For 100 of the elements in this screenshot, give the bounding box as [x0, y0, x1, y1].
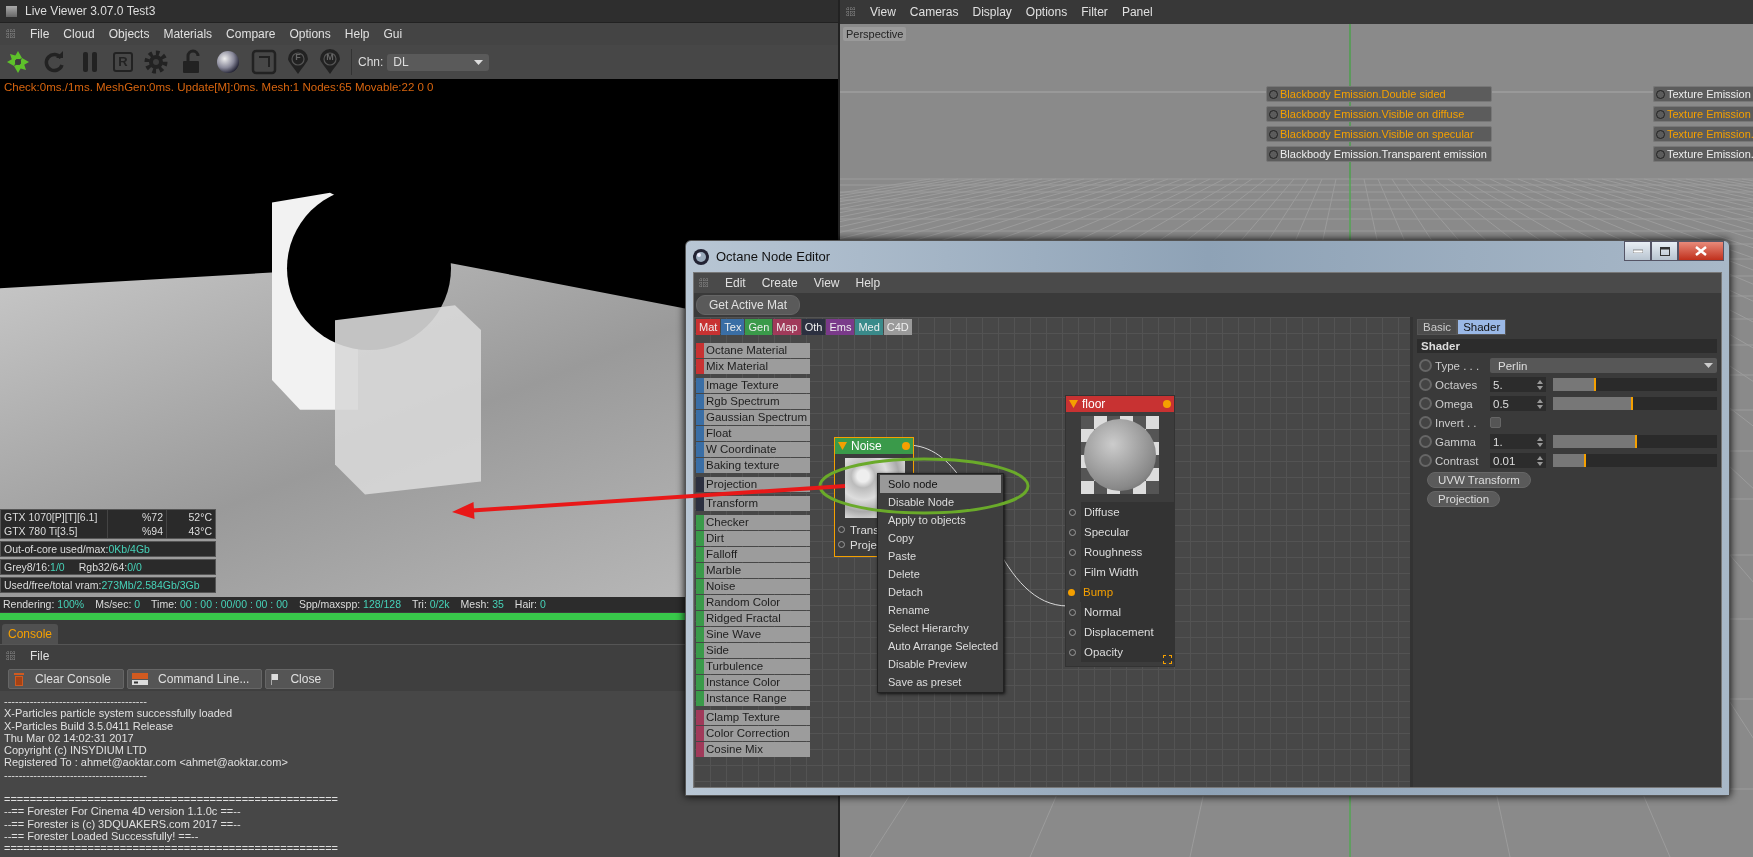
category-tab[interactable]: Oth [801, 319, 826, 335]
number-field[interactable]: 5. [1490, 377, 1546, 392]
animate-radio-icon[interactable] [1419, 435, 1432, 448]
type-dropdown[interactable]: Perlin [1490, 358, 1717, 373]
menu-item[interactable]: Edit [725, 276, 746, 290]
caret-icon[interactable] [474, 59, 484, 65]
panel-button[interactable]: UVW Transform [1427, 472, 1531, 488]
category-tab[interactable]: Med [855, 319, 883, 335]
category-tab[interactable]: Ems [826, 319, 855, 335]
menu-item[interactable]: Cloud [63, 27, 95, 41]
minimize-button[interactable] [1624, 241, 1651, 261]
spinner-icon[interactable] [1537, 379, 1543, 390]
parameter-tag[interactable]: Texture Emission [1653, 86, 1753, 102]
node-palette-item[interactable]: Mix Material [696, 359, 810, 374]
parameter-tag[interactable]: Blackbody Emission.Double sided [1266, 86, 1492, 102]
spinner-icon[interactable] [1537, 436, 1543, 447]
pinwheel-logo-icon[interactable] [5, 49, 31, 75]
menu-item[interactable]: View [813, 276, 840, 290]
parameter-tag[interactable]: Texture Emission. [1653, 146, 1753, 162]
category-tab[interactable]: Tex [721, 319, 745, 335]
animate-radio-icon[interactable] [1419, 397, 1432, 410]
number-field[interactable]: 0.5 [1490, 396, 1546, 411]
context-menu-item[interactable]: Solo node [880, 475, 1001, 493]
category-tab[interactable]: Gen [745, 319, 773, 335]
context-menu-item[interactable]: Disable Preview [880, 655, 1001, 673]
settings-icon[interactable] [143, 49, 169, 75]
close-button[interactable] [1678, 241, 1724, 261]
spinner-icon[interactable] [1537, 398, 1543, 409]
node-palette-item[interactable]: Clamp Texture [696, 710, 810, 725]
parameter-tag[interactable]: Texture Emission [1653, 106, 1753, 122]
menu-item[interactable]: Gui [383, 27, 403, 41]
number-field[interactable]: 1. [1490, 434, 1546, 449]
category-tab[interactable]: Map [773, 319, 801, 335]
node-palette-item[interactable]: Instance Color [696, 675, 810, 690]
menu-item[interactable]: File [30, 649, 50, 663]
input-port-icon[interactable] [1068, 588, 1075, 596]
node-palette-item[interactable]: Color Correction [696, 726, 810, 741]
animate-radio-icon[interactable] [1419, 416, 1432, 429]
maximize-button[interactable] [1651, 241, 1678, 261]
context-menu-item[interactable]: Detach [880, 583, 1001, 601]
collapse-triangle-icon[interactable] [838, 442, 847, 450]
category-tab[interactable]: Mat [696, 319, 721, 335]
node-palette-item[interactable]: Image Texture [696, 378, 810, 393]
spinner-icon[interactable] [1537, 455, 1543, 466]
node-palette-item[interactable]: Instance Range [696, 691, 810, 706]
checkbox[interactable] [1490, 417, 1501, 428]
channel-dropdown[interactable]: DL [387, 53, 490, 71]
node-palette-item[interactable]: Baking texture [696, 458, 810, 473]
node-palette-item[interactable]: Rgb Spectrum [696, 394, 810, 409]
sphere-icon[interactable] [215, 49, 241, 75]
output-port-icon[interactable] [1163, 400, 1171, 408]
menu-item[interactable]: Create [761, 276, 798, 290]
context-menu-item[interactable]: Select Hierarchy [880, 619, 1001, 637]
context-menu-item[interactable]: Save as preset [880, 673, 1001, 691]
animate-radio-icon[interactable] [1419, 454, 1432, 467]
shader-node[interactable]: floor Diffuse Specular Roughness Film Width Bump Normal Displacement Opacity [1065, 395, 1175, 667]
node-palette-item[interactable]: Dirt [696, 531, 810, 546]
get-active-material-button[interactable]: Get Active Mat [696, 295, 801, 315]
slider-track[interactable] [1553, 435, 1717, 448]
menu-item[interactable]: Help [855, 276, 881, 290]
menu-item[interactable]: Options [289, 27, 331, 41]
node-palette-item[interactable]: W Coordinate [696, 442, 810, 457]
menu-item[interactable]: Compare [226, 27, 276, 41]
menu-item[interactable]: Objects [108, 27, 150, 41]
parameter-tag[interactable]: Texture Emission. [1653, 126, 1753, 142]
menu-item[interactable]: Cameras [909, 5, 959, 19]
slider-track[interactable] [1553, 454, 1717, 467]
parameter-tag[interactable]: Blackbody Emission.Visible on diffuse [1266, 106, 1492, 122]
number-field[interactable]: 0.01 [1490, 453, 1546, 468]
menu-item[interactable]: Panel [1121, 5, 1153, 19]
node-palette-item[interactable]: Transform [696, 496, 810, 511]
parameter-tag[interactable]: Blackbody Emission.Visible on specular [1266, 126, 1492, 142]
console-button[interactable]: Command Line... [127, 669, 263, 689]
node-palette-item[interactable]: Cosine Mix [696, 742, 810, 757]
parameter-tag[interactable]: Blackbody Emission.Transparent emission [1266, 146, 1492, 162]
panel-tab[interactable]: Basic [1417, 319, 1458, 335]
menu-item[interactable]: Filter [1081, 5, 1108, 19]
node-palette-item[interactable]: Sine Wave [696, 627, 810, 642]
node-palette-item[interactable]: Checker [696, 515, 810, 530]
node-palette-item[interactable]: Turbulence [696, 659, 810, 674]
console-button[interactable]: Close [265, 669, 335, 689]
context-menu-item[interactable]: Auto Arrange Selected [880, 637, 1001, 655]
menu-item[interactable]: Help [344, 27, 370, 41]
console-tab[interactable]: Console [2, 624, 59, 644]
frame-icon[interactable] [251, 49, 277, 75]
panel-tab[interactable]: Shader [1457, 319, 1507, 335]
animate-radio-icon[interactable] [1419, 378, 1432, 391]
slider-track[interactable] [1553, 397, 1717, 410]
output-port-icon[interactable] [902, 442, 910, 450]
node-palette-item[interactable]: Ridged Fractal [696, 611, 810, 626]
node-palette-item[interactable]: Side [696, 643, 810, 658]
node-palette-item[interactable]: Float [696, 426, 810, 441]
animate-radio-icon[interactable] [1419, 359, 1432, 372]
collapse-triangle-icon[interactable] [1069, 400, 1078, 408]
console-button[interactable]: Clear Console [8, 669, 125, 689]
node-palette-item[interactable]: Random Color [696, 595, 810, 610]
node-palette-item[interactable]: Octane Material [696, 343, 810, 358]
context-menu-item[interactable]: Rename [880, 601, 1001, 619]
resize-icon[interactable] [1163, 655, 1172, 664]
menu-item[interactable]: Options [1025, 5, 1068, 19]
